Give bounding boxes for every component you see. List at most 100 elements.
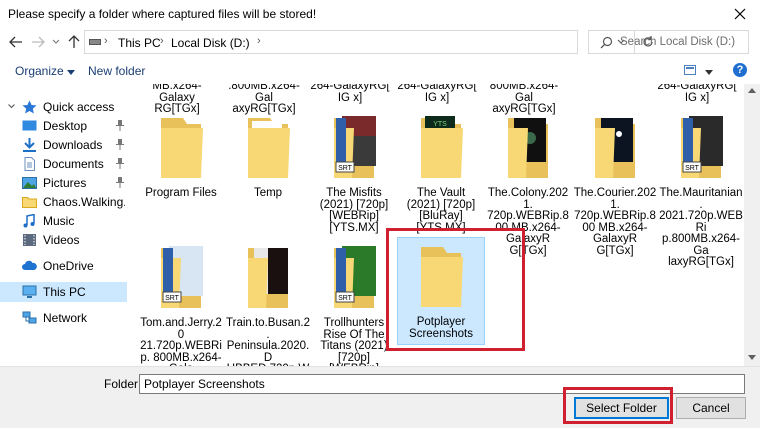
network-icon xyxy=(22,311,37,324)
file-label: MB.x264-Galaxy RG[TGx] xyxy=(152,84,202,115)
file-item-partial[interactable]: 264-GalaxyRG[ IG x] xyxy=(655,84,739,104)
arrow-up-icon xyxy=(68,35,80,48)
file-list: MB.x264-Galaxy RG[TGx] .800MB.x264-Gal a… xyxy=(131,84,743,366)
folder-icon xyxy=(161,118,203,178)
address-bar[interactable]: › This PC › Local Disk (D:) › xyxy=(84,30,653,54)
pictures-icon xyxy=(22,177,37,189)
breadcrumb-separator: › xyxy=(257,35,261,47)
sidebar-item-pictures[interactable]: Pictures xyxy=(0,173,127,193)
close-button[interactable] xyxy=(720,0,760,28)
folder-item-the-colony[interactable]: The.Colony.2021. 720p.WEBRip.800 MB.x264… xyxy=(486,112,570,257)
file-item-partial[interactable]: MB.x264-Galaxy RG[TGx] xyxy=(135,84,219,116)
sidebar-label: Videos xyxy=(43,233,80,247)
file-item-partial[interactable]: 264-GalaxyRG[ IG x] xyxy=(395,84,479,104)
file-label: Program Files xyxy=(145,187,217,199)
file-label: The Misfits (2021) [720p] [WEBRip] [YTS.… xyxy=(319,187,389,234)
sidebar-item-chaos-walking[interactable]: Chaos.Walking.2021 xyxy=(0,192,127,212)
file-label: Trollhunters Rise Of The Titans (2021) [… xyxy=(320,317,388,366)
sidebar-item-onedrive[interactable]: OneDrive xyxy=(0,256,127,276)
search-icon xyxy=(600,36,613,49)
pin-icon xyxy=(116,139,124,150)
file-item-partial[interactable]: .800MB.x264-Gal axyRG[TGx] xyxy=(222,84,306,116)
sidebar-label: Pictures xyxy=(43,176,87,190)
folder-icon: YTS xyxy=(421,116,463,178)
file-label: 264-GalaxyRG[ IG x] xyxy=(657,84,737,104)
folder-item-the-misfits[interactable]: SRT The Misfits (2021) [720p] [WEBRip] [… xyxy=(312,112,396,234)
folder-label: Folder: xyxy=(104,377,142,391)
chevron-down-icon xyxy=(8,104,15,109)
sidebar-item-desktop[interactable]: Desktop xyxy=(0,116,127,136)
file-item-partial[interactable]: 264-GalaxyRG[ IG x] xyxy=(308,84,392,104)
folder-input[interactable] xyxy=(139,374,745,394)
svg-text:YTS: YTS xyxy=(433,121,447,128)
folder-item-program-files[interactable]: Program Files xyxy=(139,112,223,200)
file-label: Tom.and.Jerry.20 21.720p.WEBRip. 800MB.x… xyxy=(140,317,222,366)
file-label: Train.to.Busan.2. Peninsula.2020.D UBBED… xyxy=(226,317,310,366)
music-icon xyxy=(23,214,35,228)
file-item-partial[interactable]: 800MB.x264-Gal axyRG[TGx] xyxy=(482,84,566,116)
caret-down-icon xyxy=(705,70,714,75)
sidebar-label: Music xyxy=(43,214,75,228)
caret-down-icon xyxy=(67,70,76,75)
cancel-button[interactable]: Cancel xyxy=(676,397,746,419)
breadcrumb-local-disk[interactable]: Local Disk (D:) xyxy=(171,36,250,50)
file-label: .800MB.x264-Gal axyRG[TGx] xyxy=(228,84,300,115)
navigation-pane: Quick access Desktop Downloads Documents… xyxy=(0,84,128,366)
new-folder-button[interactable]: New folder xyxy=(88,64,145,78)
computer-icon xyxy=(22,285,37,298)
close-icon xyxy=(734,8,746,20)
folder-srt-icon: SRT xyxy=(334,246,376,308)
sidebar-label: Documents xyxy=(43,157,104,171)
folder-item-the-vault[interactable]: YTS The Vault (2021) [720p] [BluRay] [YT… xyxy=(399,112,483,234)
sidebar-item-network[interactable]: Network xyxy=(0,308,127,328)
folder-srt-icon: SRT xyxy=(681,116,723,178)
folder-icon xyxy=(22,197,37,208)
folder-item-tom-and-jerry[interactable]: SRT Tom.and.Jerry.20 21.720p.WEBRip. 800… xyxy=(139,242,223,366)
folder-icon xyxy=(248,118,290,178)
dialog-footer: Folder: Select Folder Cancel xyxy=(0,366,760,428)
folder-item-the-courier[interactable]: The.Courier.2021. 720p.WEBRip.800 MB.x26… xyxy=(573,112,657,257)
sidebar-item-downloads[interactable]: Downloads xyxy=(0,135,127,155)
sidebar-label: Desktop xyxy=(43,119,88,133)
folder-item-trollhunters[interactable]: SRT Trollhunters Rise Of The Titans (202… xyxy=(312,242,396,366)
select-folder-button[interactable]: Select Folder xyxy=(574,397,669,419)
drive-icon xyxy=(89,39,101,45)
pin-icon xyxy=(116,120,124,131)
up-button[interactable] xyxy=(64,32,84,52)
folder-srt-icon: SRT xyxy=(161,246,203,308)
file-label: 264-GalaxyRG[ IG x] xyxy=(397,84,477,104)
organize-menu[interactable]: Organize xyxy=(15,64,76,78)
folder-icon xyxy=(508,118,548,178)
file-label: The.Colony.2021. 720p.WEBRip.800 MB.x264… xyxy=(487,187,569,257)
sidebar-item-videos[interactable]: Videos xyxy=(0,230,127,250)
sidebar-item-music[interactable]: Music xyxy=(0,211,127,231)
search-box[interactable]: Search Local Disk (D:) xyxy=(588,30,749,54)
svg-text:SRT: SRT xyxy=(685,165,700,172)
sidebar-item-documents[interactable]: Documents xyxy=(0,154,127,174)
svg-text:SRT: SRT xyxy=(338,295,353,302)
file-label: Temp xyxy=(253,187,283,199)
folder-item-temp[interactable]: Temp xyxy=(226,112,310,200)
folder-item-potplayer-screenshots[interactable]: Potplayer Screenshots xyxy=(397,237,485,345)
recent-dropdown[interactable] xyxy=(46,32,66,52)
sidebar-label: Quick access xyxy=(43,100,115,114)
forward-button[interactable] xyxy=(28,32,48,52)
folder-item-train-to-busan[interactable]: Train.to.Busan.2. Peninsula.2020.D UBBED… xyxy=(226,242,310,366)
sidebar-label: Network xyxy=(43,311,88,325)
back-button[interactable] xyxy=(6,32,26,52)
sidebar-label: Downloads xyxy=(43,138,103,152)
breadcrumb-this-pc[interactable]: This PC xyxy=(118,36,161,50)
title-bar: Please specify a folder where captured f… xyxy=(0,0,760,28)
view-options-button[interactable] xyxy=(684,64,714,78)
sidebar-item-this-pc[interactable]: This PC xyxy=(0,282,127,302)
vertical-scrollbar[interactable] xyxy=(744,84,760,366)
search-placeholder: Search Local Disk (D:) xyxy=(620,36,736,48)
folder-item-the-mauritanian[interactable]: SRT The.Mauritanian. 2021.720p.WEBRi p.8… xyxy=(659,112,743,269)
sidebar-item-quick-access[interactable]: Quick access xyxy=(0,97,127,117)
download-icon xyxy=(23,138,36,152)
cloud-icon xyxy=(22,260,37,270)
arrow-left-icon xyxy=(9,36,22,48)
document-icon xyxy=(24,157,35,171)
pin-icon xyxy=(116,177,124,188)
help-button[interactable]: ? xyxy=(733,63,747,77)
